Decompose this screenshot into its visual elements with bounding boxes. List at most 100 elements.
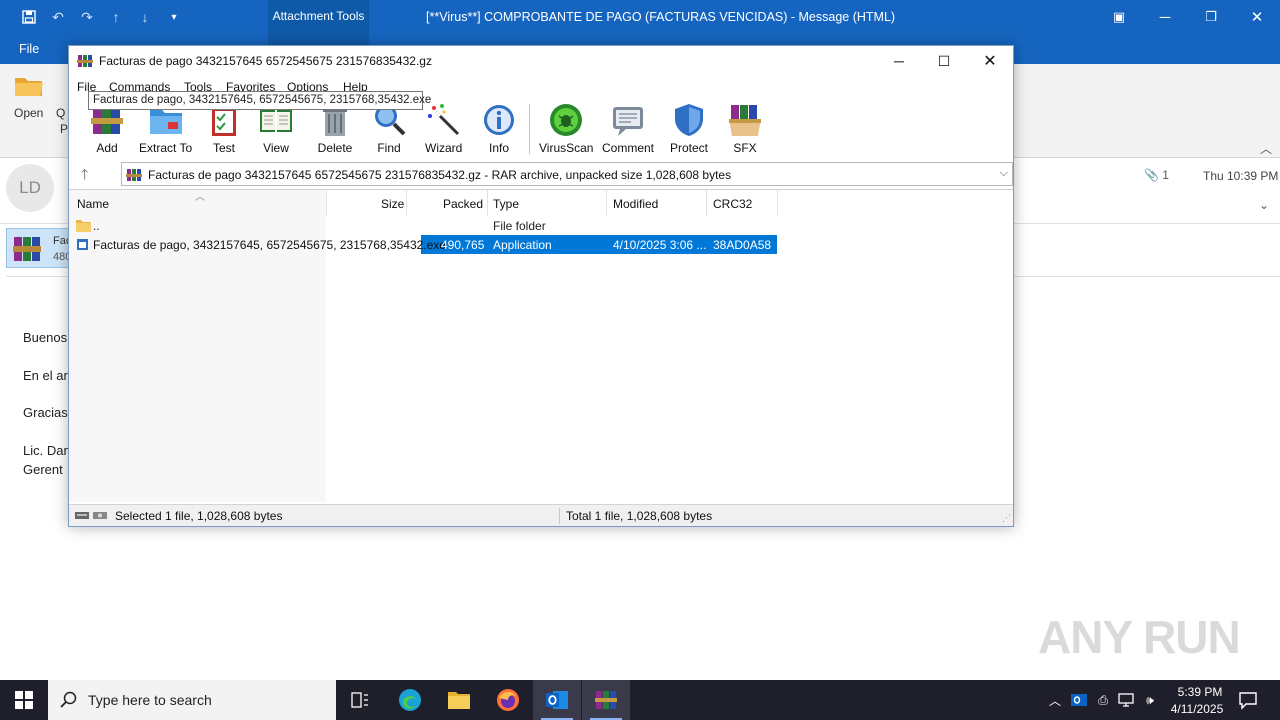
column-divider [706,190,707,216]
column-header-name[interactable]: Name [77,197,109,211]
resize-grip-icon[interactable]: ⋰ [1002,513,1011,524]
view-button[interactable]: View [258,102,294,156]
file-explorer-icon [448,692,470,709]
sfx-button[interactable]: SFX [727,102,763,156]
info-button[interactable]: Info [481,102,517,156]
message-date: Thu 10:39 PM [1203,169,1279,183]
edge-app[interactable] [386,680,434,720]
winrar-maximize-button[interactable]: ☐ [921,46,967,76]
winrar-close-button[interactable]: ✕ [967,46,1013,76]
open-folder-icon[interactable] [14,74,44,98]
file-list: ︿ Name Size Packed Type Modified CRC32 .… [69,189,1013,502]
outlook-titlebar: ↶ ↷ ↑ ↓ ▾ [**Virus**] COMPROBANTE DE PAG… [0,0,1280,34]
status-selected: Selected 1 file, 1,028,608 bytes [115,509,283,523]
undo-icon[interactable]: ↶ [49,8,67,26]
protect-button[interactable]: Protect [670,102,708,156]
notification-icon[interactable] [1238,690,1258,710]
redo-icon[interactable]: ↷ [78,8,96,26]
windows-logo-icon [15,691,33,709]
winrar-minimize-button[interactable]: ─ [876,46,922,76]
toolbar-separator [529,104,530,154]
avatar: LD [6,164,54,212]
status-total: Total 1 file, 1,028,608 bytes [566,509,713,523]
close-button[interactable]: ✕ [1234,0,1280,34]
wizard-icon [427,104,459,136]
sort-caret-icon: ︿ [195,192,205,203]
minimize-button[interactable]: ─ [1142,0,1188,34]
wizard-button[interactable]: Wizard [425,102,462,156]
folder-icon [76,220,91,232]
up-folder-icon[interactable]: 🡑 [81,164,88,188]
collapse-ribbon-icon[interactable]: ︿ [1260,140,1272,157]
exe-file-icon [77,239,88,250]
body-line: Gracias [23,405,68,420]
firefox-icon [497,689,519,711]
start-button[interactable] [0,680,48,720]
winrar-window: Facturas de pago 3432157645 6572545675 2… [68,45,1014,527]
search-placeholder: Type here to search [88,692,212,708]
volume-icon[interactable]: 🕪 [1141,691,1159,709]
tab-file[interactable]: File [19,42,39,56]
attachment-count-value: 1 [1162,168,1169,182]
column-header-crc32[interactable]: CRC32 [713,197,752,211]
winrar-app-icon [77,55,93,67]
row-modified: 4/10/2025 3:06 ... [613,238,707,252]
edge-icon [399,689,421,711]
restore-button[interactable]: ❐ [1188,0,1234,34]
network-icon[interactable] [1117,691,1135,709]
column-header-size[interactable]: Size [381,197,404,211]
extract-to-label: Extract To [139,141,193,155]
winrar-archive-icon [13,237,41,261]
outlook-icon [546,691,568,709]
extract-to-button[interactable]: Extract To [139,102,192,156]
column-header-type[interactable]: Type [493,197,519,211]
column-divider [777,190,778,216]
chevron-up-icon[interactable]: ︿ [1046,691,1064,709]
column-divider [406,190,407,216]
drive-icons [75,512,107,519]
task-view-icon [351,692,368,708]
view-label: View [263,141,289,155]
outlook-app[interactable] [533,680,581,720]
column-divider [326,190,327,216]
clock-time[interactable]: 5:39 PM [1172,685,1228,699]
column-header-packed[interactable]: Packed [443,197,483,211]
outlook-tray-icon[interactable] [1070,691,1088,709]
info-icon [484,105,514,135]
test-label: Test [212,141,235,155]
path-combobox[interactable]: Facturas de pago 3432157645 6572545675 2… [121,162,1013,186]
winrar-titlebar[interactable]: Facturas de pago 3432157645 6572545675 2… [69,46,1013,76]
clock-date[interactable]: 4/11/2025 [1166,702,1228,716]
protect-icon [675,104,703,136]
taskbar-search[interactable]: Type here to search [48,680,336,720]
chevron-down-icon[interactable]: ⌵ [1000,167,1008,180]
save-icon[interactable] [20,8,38,26]
down-arrow-icon[interactable]: ↓ [136,8,154,26]
body-line: Gerent [23,462,63,477]
open-button-label[interactable]: Open [14,106,43,120]
sfx-label: SFX [733,141,757,155]
delete-button[interactable]: Delete [317,102,353,156]
task-view-button[interactable] [336,680,384,720]
virusscan-button[interactable]: VirusScan [539,102,593,156]
comment-button[interactable]: Comment [602,102,654,156]
body-line: En el ar [23,368,68,383]
customize-qat-icon[interactable]: ▾ [165,8,183,26]
test-button[interactable]: Test [206,102,242,156]
add-button[interactable]: Add [89,102,125,156]
up-arrow-icon[interactable]: ↑ [107,8,125,26]
window-title: [**Virus**] COMPROBANTE DE PAGO (FACTURA… [426,10,896,24]
column-header-modified[interactable]: Modified [613,197,658,211]
ribbon-display-icon[interactable]: ▣ [1096,0,1142,34]
winrar-title: Facturas de pago 3432157645 6572545675 2… [99,54,432,68]
find-button[interactable]: Find [371,102,407,156]
file-explorer-app[interactable] [435,680,483,720]
device-icon[interactable]: ⎙ [1094,691,1112,709]
winrar-icon [595,691,617,709]
table-row[interactable]: Facturas de pago, 3432157645, 6572545675… [69,235,1013,254]
protect-label: Protect [670,141,709,155]
table-row[interactable]: .. File folder [69,216,1013,235]
expand-header-icon[interactable]: ⌄ [1259,198,1269,212]
firefox-app[interactable] [484,680,532,720]
winrar-app[interactable] [582,680,630,720]
